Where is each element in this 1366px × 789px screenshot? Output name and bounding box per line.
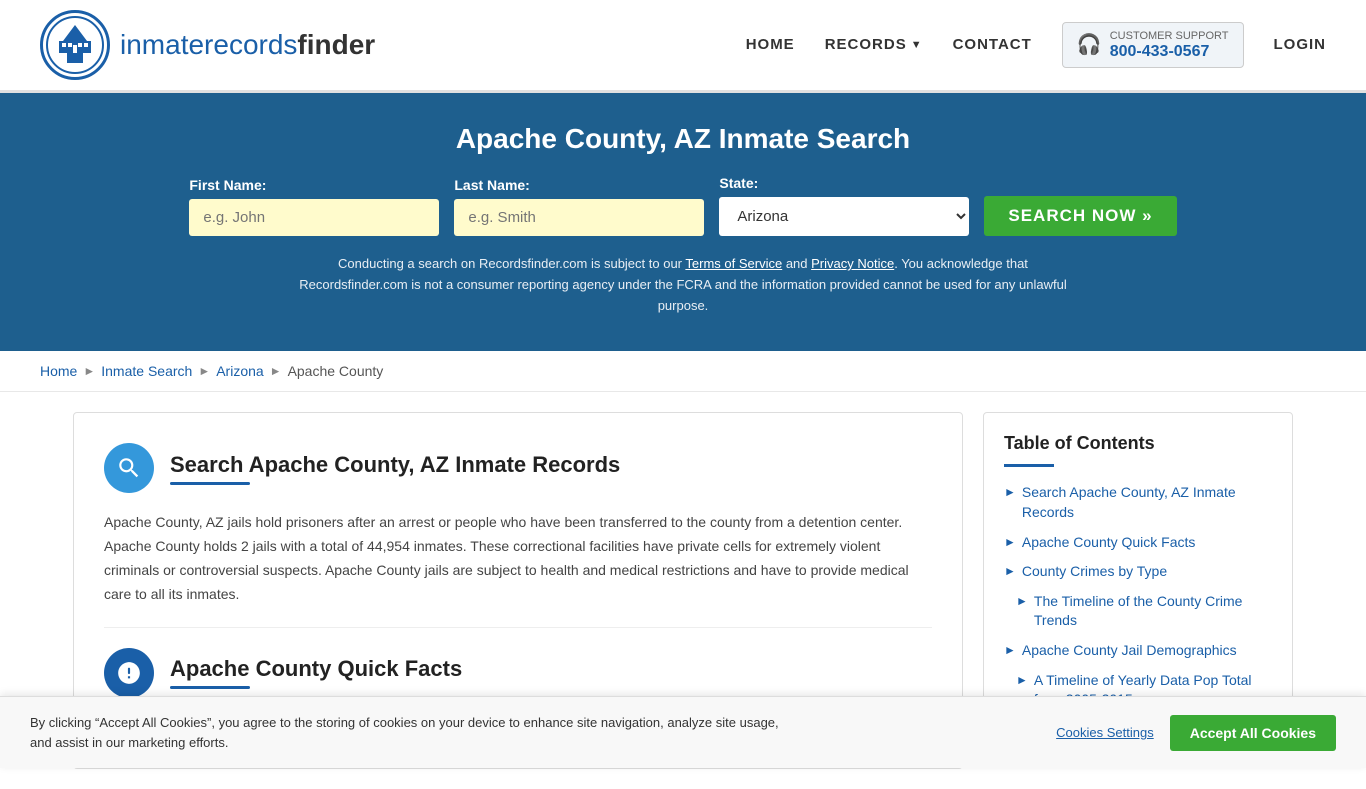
- support-info: CUSTOMER SUPPORT 800-433-0567: [1110, 29, 1229, 61]
- site-header: inmaterecordsfinder HOME RECORDS ▼ CONTA…: [0, 0, 1366, 93]
- section2-underline: [170, 686, 250, 689]
- state-label: State:: [719, 175, 758, 191]
- cookie-text: By clicking “Accept All Cookies”, you ag…: [30, 713, 780, 752]
- toc-link-3[interactable]: County Crimes by Type: [1022, 562, 1167, 582]
- headset-icon: 🎧: [1077, 32, 1102, 57]
- first-name-input[interactable]: [189, 199, 439, 236]
- toc-link-5[interactable]: Apache County Jail Demographics: [1022, 641, 1237, 661]
- section2-title: Apache County Quick Facts: [170, 656, 462, 682]
- chevron-right-icon-1: ►: [1004, 485, 1016, 499]
- breadcrumb-sep-2: ►: [198, 364, 210, 378]
- nav-login[interactable]: LOGIN: [1274, 36, 1327, 53]
- search-button[interactable]: SEARCH NOW »: [984, 196, 1176, 236]
- chevron-right-icon-4: ►: [1016, 594, 1028, 608]
- tos-link[interactable]: Terms of Service: [685, 256, 782, 271]
- alert-icon-circle: [104, 648, 154, 698]
- breadcrumb-apache-county: Apache County: [288, 363, 384, 379]
- chevron-right-icon-3: ►: [1004, 564, 1016, 578]
- section1-title-area: Search Apache County, AZ Inmate Records: [170, 452, 620, 485]
- section1-title: Search Apache County, AZ Inmate Records: [170, 452, 620, 478]
- chevron-down-icon: ▼: [911, 39, 923, 51]
- state-select[interactable]: Arizona Alabama Alaska California: [719, 197, 969, 236]
- logo-area[interactable]: inmaterecordsfinder: [40, 10, 375, 80]
- toc-item-5: ► Apache County Jail Demographics: [1004, 641, 1272, 661]
- section2-header: Apache County Quick Facts: [104, 648, 932, 698]
- toc-underline: [1004, 464, 1054, 467]
- article-section-1: Search Apache County, AZ Inmate Records …: [104, 443, 932, 627]
- nav-records[interactable]: RECORDS ▼: [825, 36, 923, 53]
- toc-item-1: ► Search Apache County, AZ Inmate Record…: [1004, 483, 1272, 522]
- breadcrumb-home[interactable]: Home: [40, 363, 77, 379]
- cookie-banner: By clicking “Accept All Cookies”, you ag…: [0, 696, 1366, 768]
- privacy-link[interactable]: Privacy Notice: [811, 256, 894, 271]
- accept-cookies-button[interactable]: Accept All Cookies: [1170, 715, 1336, 751]
- chevron-right-icon-2: ►: [1004, 535, 1016, 549]
- toc-item-4: ► The Timeline of the County Crime Trend…: [1004, 592, 1272, 631]
- breadcrumb-arizona[interactable]: Arizona: [216, 363, 263, 379]
- search-form: First Name: Last Name: State: Arizona Al…: [40, 175, 1326, 236]
- search-icon-circle: [104, 443, 154, 493]
- hero-disclaimer: Conducting a search on Recordsfinder.com…: [293, 254, 1073, 316]
- first-name-label: First Name:: [189, 177, 266, 193]
- breadcrumb: Home ► Inmate Search ► Arizona ► Apache …: [0, 351, 1366, 392]
- section1-underline: [170, 482, 250, 485]
- section1-body: Apache County, AZ jails hold prisoners a…: [104, 511, 932, 606]
- logo-icon: [40, 10, 110, 80]
- nav-home[interactable]: HOME: [746, 36, 795, 53]
- support-number: 800-433-0567: [1110, 43, 1229, 61]
- toc-item-2: ► Apache County Quick Facts: [1004, 533, 1272, 553]
- state-group: State: Arizona Alabama Alaska California: [719, 175, 969, 236]
- hero-title: Apache County, AZ Inmate Search: [40, 123, 1326, 155]
- cookie-settings-button[interactable]: Cookies Settings: [1056, 725, 1154, 740]
- breadcrumb-inmate-search[interactable]: Inmate Search: [101, 363, 192, 379]
- chevron-right-icon-6: ►: [1016, 673, 1028, 687]
- customer-support-box[interactable]: 🎧 CUSTOMER SUPPORT 800-433-0567: [1062, 22, 1244, 68]
- breadcrumb-sep-1: ►: [83, 364, 95, 378]
- toc-link-4[interactable]: The Timeline of the County Crime Trends: [1034, 592, 1272, 631]
- last-name-input[interactable]: [454, 199, 704, 236]
- main-nav: HOME RECORDS ▼ CONTACT 🎧 CUSTOMER SUPPOR…: [746, 22, 1326, 68]
- first-name-group: First Name:: [189, 177, 439, 236]
- chevron-right-icon-5: ►: [1004, 643, 1016, 657]
- hero-section: Apache County, AZ Inmate Search First Na…: [0, 93, 1366, 351]
- toc-link-1[interactable]: Search Apache County, AZ Inmate Records: [1022, 483, 1272, 522]
- table-of-contents: Table of Contents ► Search Apache County…: [983, 412, 1293, 730]
- logo-text: inmaterecordsfinder: [120, 29, 375, 61]
- breadcrumb-sep-3: ►: [270, 364, 282, 378]
- toc-title: Table of Contents: [1004, 433, 1272, 454]
- support-label: CUSTOMER SUPPORT: [1110, 29, 1229, 43]
- toc-list: ► Search Apache County, AZ Inmate Record…: [1004, 483, 1272, 709]
- cookie-actions: Cookies Settings Accept All Cookies: [1056, 715, 1336, 751]
- toc-item-3: ► County Crimes by Type: [1004, 562, 1272, 582]
- last-name-group: Last Name:: [454, 177, 704, 236]
- section1-header: Search Apache County, AZ Inmate Records: [104, 443, 932, 493]
- last-name-label: Last Name:: [454, 177, 529, 193]
- toc-link-2[interactable]: Apache County Quick Facts: [1022, 533, 1196, 553]
- nav-contact[interactable]: CONTACT: [953, 36, 1032, 53]
- section2-title-area: Apache County Quick Facts: [170, 656, 462, 689]
